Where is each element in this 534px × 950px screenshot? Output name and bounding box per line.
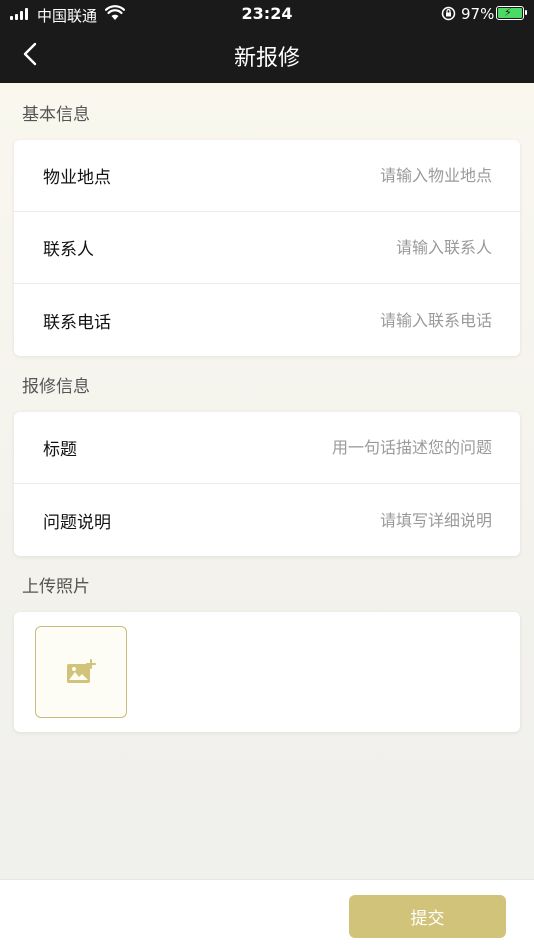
description-label: 问题说明: [43, 512, 111, 533]
add-photo-button[interactable]: [35, 626, 127, 718]
contact-phone-row: 联系电话: [14, 284, 520, 356]
orientation-lock-icon: [441, 6, 456, 21]
status-bar: 中国联通 23:24 97% ⚡: [0, 0, 534, 28]
photo-upload-card: [14, 612, 520, 732]
battery-percent: 97%: [461, 5, 495, 23]
property-location-label: 物业地点: [43, 168, 111, 188]
contact-person-label: 联系人: [43, 240, 94, 260]
bottom-bar: 提交: [0, 879, 534, 950]
battery-icon: ⚡: [496, 6, 527, 20]
contact-phone-label: 联系电话: [43, 312, 111, 333]
property-location-row: 物业地点: [14, 140, 520, 212]
section-label-basic-info: 基本信息: [22, 105, 90, 125]
section-label-repair-info: 报修信息: [22, 377, 90, 397]
page-title: 新报修: [233, 46, 300, 71]
contact-person-input[interactable]: [212, 238, 492, 257]
title-input[interactable]: [212, 438, 492, 457]
description-input[interactable]: [212, 510, 492, 530]
title-row: 标题: [14, 412, 520, 484]
basic-info-card: 物业地点 联系人 联系电话: [14, 140, 520, 356]
section-label-photos: 上传照片: [22, 577, 90, 597]
top-bar: 中国联通 23:24 97% ⚡ 新报修: [0, 0, 534, 83]
title-label: 标题: [43, 440, 77, 460]
submit-button[interactable]: 提交: [349, 895, 506, 938]
description-row: 问题说明: [14, 484, 520, 556]
contact-person-row: 联系人: [14, 212, 520, 284]
property-location-input[interactable]: [212, 166, 492, 185]
repair-info-card: 标题 问题说明: [14, 412, 520, 556]
contact-phone-input[interactable]: [212, 310, 492, 330]
add-image-icon: [67, 659, 96, 683]
